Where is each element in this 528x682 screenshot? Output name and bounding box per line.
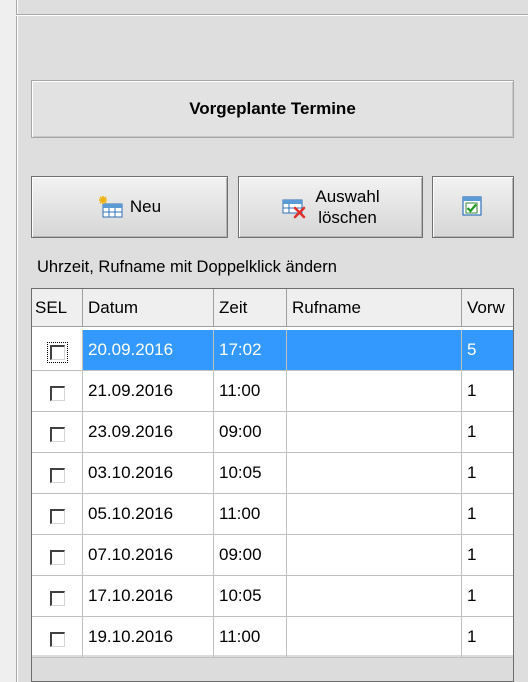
panel-title-box: Vorgeplante Termine (31, 80, 514, 138)
row-checkbox-cell[interactable] (32, 330, 83, 370)
delete-table-icon (282, 199, 306, 219)
cell-zeit[interactable]: 09:00 (214, 412, 287, 452)
cell-rufname[interactable] (287, 371, 462, 411)
cell-zeit[interactable]: 09:00 (214, 535, 287, 575)
delete-selection-label-line1: Auswahl (315, 187, 380, 206)
cell-datum[interactable]: 05.10.2016 (83, 494, 214, 534)
row-checkbox-cell[interactable] (32, 494, 83, 534)
panel-top-divider (16, 14, 528, 16)
table-row[interactable]: 07.10.2016 09:00 1 (32, 535, 513, 576)
delete-selection-button[interactable]: Auswahl löschen (238, 176, 423, 238)
table-row[interactable]: 19.10.2016 11:00 1 (32, 617, 513, 658)
row-checkbox-cell[interactable] (32, 412, 83, 452)
panel-title: Vorgeplante Termine (189, 99, 356, 118)
row-checkbox-cell[interactable] (32, 453, 83, 493)
cell-vorw[interactable]: 1 (462, 617, 513, 657)
cell-datum[interactable]: 21.09.2016 (83, 371, 214, 411)
grid-empty-area (32, 655, 513, 681)
cell-rufname[interactable] (287, 535, 462, 575)
table-row[interactable]: 23.09.2016 09:00 1 (32, 412, 513, 453)
cell-vorw[interactable]: 5 (462, 330, 513, 370)
cell-vorw[interactable]: 1 (462, 371, 513, 411)
cell-rufname[interactable] (287, 494, 462, 534)
row-select-checkbox[interactable] (49, 508, 65, 524)
cell-zeit[interactable]: 11:00 (214, 494, 287, 534)
cell-rufname[interactable] (287, 617, 462, 657)
cell-rufname[interactable] (287, 412, 462, 452)
left-strip (0, 0, 16, 682)
table-row[interactable]: 20.09.2016 17:02 5 (32, 330, 513, 371)
cell-vorw[interactable]: 1 (462, 412, 513, 452)
cell-datum[interactable]: 20.09.2016 (83, 330, 214, 370)
delete-selection-label-line2: löschen (318, 208, 377, 227)
new-button[interactable]: Neu (31, 176, 228, 238)
row-select-checkbox[interactable] (49, 631, 65, 647)
cell-datum[interactable]: 07.10.2016 (83, 535, 214, 575)
row-select-checkbox[interactable] (49, 549, 65, 565)
cell-vorw[interactable]: 1 (462, 576, 513, 616)
delete-selection-label: Auswahl löschen (315, 186, 379, 228)
column-header-datum[interactable]: Datum (83, 289, 214, 326)
appointments-grid[interactable]: SEL Datum Zeit Rufname Vorw 20.09.2016 17… (31, 288, 514, 682)
cell-rufname[interactable] (287, 576, 462, 616)
cell-zeit[interactable]: 10:05 (214, 576, 287, 616)
row-select-checkbox[interactable] (49, 426, 65, 442)
table-row[interactable]: 05.10.2016 11:00 1 (32, 494, 513, 535)
cell-vorw[interactable]: 1 (462, 453, 513, 493)
row-checkbox-cell[interactable] (32, 371, 83, 411)
cell-datum[interactable]: 19.10.2016 (83, 617, 214, 657)
new-table-icon (98, 196, 123, 218)
column-header-rufname[interactable]: Rufname (287, 289, 462, 326)
cell-datum[interactable]: 23.09.2016 (83, 412, 214, 452)
table-row[interactable]: 17.10.2016 10:05 1 (32, 576, 513, 617)
select-all-button[interactable] (432, 176, 514, 238)
row-checkbox-cell[interactable] (32, 576, 83, 616)
checklist-icon (462, 196, 482, 216)
cell-rufname[interactable] (287, 330, 462, 370)
row-select-checkbox[interactable] (49, 590, 65, 606)
row-checkbox-cell[interactable] (32, 535, 83, 575)
cell-zeit[interactable]: 17:02 (214, 330, 287, 370)
cell-datum[interactable]: 03.10.2016 (83, 453, 214, 493)
cell-vorw[interactable]: 1 (462, 494, 513, 534)
row-select-checkbox[interactable] (49, 385, 65, 401)
cell-rufname[interactable] (287, 453, 462, 493)
row-select-checkbox[interactable] (46, 341, 68, 363)
column-header-sel[interactable]: SEL (32, 289, 83, 326)
new-button-label: Neu (129, 197, 162, 216)
cell-zeit[interactable]: 10:05 (214, 453, 287, 493)
column-header-zeit[interactable]: Zeit (214, 289, 287, 326)
table-row[interactable]: 21.09.2016 11:00 1 (32, 371, 513, 412)
cell-zeit[interactable]: 11:00 (214, 617, 287, 657)
cell-zeit[interactable]: 11:00 (214, 371, 287, 411)
edit-hint: Uhrzeit, Rufname mit Doppelklick ändern (37, 258, 337, 276)
cell-datum[interactable]: 17.10.2016 (83, 576, 214, 616)
column-header-vorw[interactable]: Vorw (462, 289, 513, 326)
table-row[interactable]: 03.10.2016 10:05 1 (32, 453, 513, 494)
cell-vorw[interactable]: 1 (462, 535, 513, 575)
grid-header: SEL Datum Zeit Rufname Vorw (32, 289, 513, 327)
row-checkbox-cell[interactable] (32, 617, 83, 657)
row-select-checkbox[interactable] (49, 467, 65, 483)
